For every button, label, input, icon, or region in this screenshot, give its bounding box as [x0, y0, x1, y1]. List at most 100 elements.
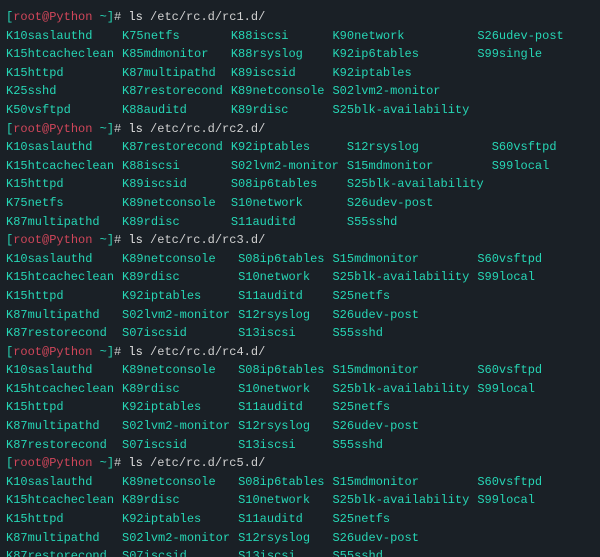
ls-entry: S12rsyslog: [238, 306, 332, 325]
ls-entry: S55sshd: [332, 436, 477, 455]
ls-row: K15httpdK92iptablesS11auditdS25netfs: [6, 398, 550, 417]
ls-entry: S10network: [238, 491, 332, 510]
prompt-close-bracket: ]: [107, 345, 114, 359]
ls-entry: S60vsftpd: [477, 250, 550, 269]
prompt-user-host: root@Python: [13, 233, 92, 247]
ls-entry: K15httpd: [6, 64, 122, 83]
ls-entry: K85mdmonitor: [122, 45, 231, 64]
prompt-hash: #: [114, 456, 128, 470]
ls-row: K10saslauthdK89netconsoleS08ip6tablesS15…: [6, 473, 550, 492]
ls-entry: K50vsftpd: [6, 101, 122, 120]
ls-entry: [477, 529, 550, 548]
ls-entry: S26udev-post: [332, 529, 477, 548]
command-text: ls /etc/rc.d/rc2.d/: [128, 122, 265, 136]
prompt-close-bracket: ]: [107, 233, 114, 247]
ls-entry: S13iscsi: [238, 547, 332, 557]
command-line: [root@Python ~]# ls /etc/rc.d/rc4.d/: [6, 343, 594, 362]
ls-entry: [477, 64, 571, 83]
ls-entry: K10saslauthd: [6, 361, 122, 380]
ls-row: K10saslauthdK89netconsoleS08ip6tablesS15…: [6, 361, 550, 380]
ls-output: K10saslauthdK75netfsK88iscsiK90networkS2…: [6, 27, 572, 120]
prompt-cwd: ~: [92, 345, 106, 359]
ls-entry: S25blk-availability: [332, 491, 477, 510]
ls-entry: S13iscsi: [238, 436, 332, 455]
ls-entry: [477, 82, 571, 101]
ls-entry: [477, 547, 550, 557]
command-line: [root@Python ~]# ls /etc/rc.d/rc5.d/: [6, 454, 594, 473]
ls-entry: K89rdisc: [122, 213, 231, 232]
terminal[interactable]: [root@Python ~]# ls /etc/rc.d/rc1.d/K10s…: [0, 0, 600, 557]
ls-entry: K15htcacheclean: [6, 45, 122, 64]
ls-entry: S99local: [477, 491, 550, 510]
ls-entry: S25blk-availability: [347, 175, 492, 194]
ls-entry: S08ip6tables: [238, 473, 332, 492]
ls-output: K10saslauthdK87restorecondK92iptablesS12…: [6, 138, 565, 231]
ls-output: K10saslauthdK89netconsoleS08ip6tablesS15…: [6, 250, 550, 343]
ls-entry: S13iscsi: [238, 324, 332, 343]
ls-entry: [477, 324, 550, 343]
ls-entry: S15mdmonitor: [332, 361, 477, 380]
ls-entry: S07iscsid: [122, 436, 238, 455]
ls-entry: S02lvm2-monitor: [122, 417, 238, 436]
ls-entry: K89iscsid: [231, 64, 333, 83]
ls-row: K15htcachecleanK89rdiscS10networkS25blk-…: [6, 268, 550, 287]
ls-entry: S25blk-availability: [332, 101, 477, 120]
ls-entry: S08ip6tables: [238, 250, 332, 269]
ls-entry: K92iptables: [122, 398, 238, 417]
ls-entry: K87restorecond: [6, 436, 122, 455]
prompt-hash: #: [114, 10, 128, 24]
ls-entry: K87restorecond: [6, 324, 122, 343]
ls-entry: [477, 417, 550, 436]
ls-entry: K89netconsole: [231, 82, 333, 101]
ls-entry: S08ip6tables: [238, 361, 332, 380]
ls-entry: K92iptables: [332, 64, 477, 83]
ls-entry: [492, 213, 565, 232]
ls-row: K87restorecondS07iscsidS13iscsiS55sshd: [6, 436, 550, 455]
ls-row: K87multipathdS02lvm2-monitorS12rsyslogS2…: [6, 529, 550, 548]
ls-entry: K15httpd: [6, 510, 122, 529]
ls-entry: S07iscsid: [122, 324, 238, 343]
command-line: [root@Python ~]# ls /etc/rc.d/rc2.d/: [6, 120, 594, 139]
ls-entry: K10saslauthd: [6, 473, 122, 492]
ls-row: K15htcachecleanK85mdmonitorK88rsyslogK92…: [6, 45, 572, 64]
ls-entry: S25blk-availability: [332, 380, 477, 399]
ls-entry: S99local: [477, 268, 550, 287]
ls-entry: S11auditd: [238, 510, 332, 529]
ls-entry: S55sshd: [347, 213, 492, 232]
ls-row: K15htcachecleanK89rdiscS10networkS25blk-…: [6, 491, 550, 510]
ls-entry: S11auditd: [238, 287, 332, 306]
ls-row: K75netfsK89netconsoleS10networkS26udev-p…: [6, 194, 565, 213]
ls-entry: S07iscsid: [122, 547, 238, 557]
command-text: ls /etc/rc.d/rc4.d/: [128, 345, 265, 359]
ls-entry: S02lvm2-monitor: [122, 529, 238, 548]
ls-entry: S60vsftpd: [492, 138, 565, 157]
ls-entry: [477, 101, 571, 120]
ls-output: K10saslauthdK89netconsoleS08ip6tablesS15…: [6, 473, 550, 557]
ls-entry: K89netconsole: [122, 194, 231, 213]
ls-row: K10saslauthdK87restorecondK92iptablesS12…: [6, 138, 565, 157]
ls-entry: K88auditd: [122, 101, 231, 120]
ls-row: K10saslauthdK75netfsK88iscsiK90networkS2…: [6, 27, 572, 46]
command-text: ls /etc/rc.d/rc3.d/: [128, 233, 265, 247]
ls-entry: S60vsftpd: [477, 361, 550, 380]
ls-entry: K75netfs: [6, 194, 122, 213]
ls-entry: K87multipathd: [6, 529, 122, 548]
ls-row: K87multipathdK89rdiscS11auditdS55sshd: [6, 213, 565, 232]
ls-entry: K89netconsole: [122, 361, 238, 380]
command-text: ls /etc/rc.d/rc5.d/: [128, 456, 265, 470]
ls-row: K10saslauthdK89netconsoleS08ip6tablesS15…: [6, 250, 550, 269]
ls-entry: K15htcacheclean: [6, 491, 122, 510]
ls-entry: S12rsyslog: [238, 417, 332, 436]
prompt-user-host: root@Python: [13, 345, 92, 359]
prompt-user-host: root@Python: [13, 456, 92, 470]
ls-entry: K87multipathd: [122, 64, 231, 83]
ls-row: K15httpdK89iscsidS08ip6tablesS25blk-avai…: [6, 175, 565, 194]
ls-entry: S25netfs: [332, 287, 477, 306]
command-line: [root@Python ~]# ls /etc/rc.d/rc3.d/: [6, 231, 594, 250]
ls-entry: S26udev-post: [477, 27, 571, 46]
ls-row: K15htcachecleanK88iscsiS02lvm2-monitorS1…: [6, 157, 565, 176]
ls-row: K87multipathdS02lvm2-monitorS12rsyslogS2…: [6, 417, 550, 436]
ls-entry: K88rsyslog: [231, 45, 333, 64]
ls-entry: K89rdisc: [122, 268, 238, 287]
ls-entry: S26udev-post: [347, 194, 492, 213]
